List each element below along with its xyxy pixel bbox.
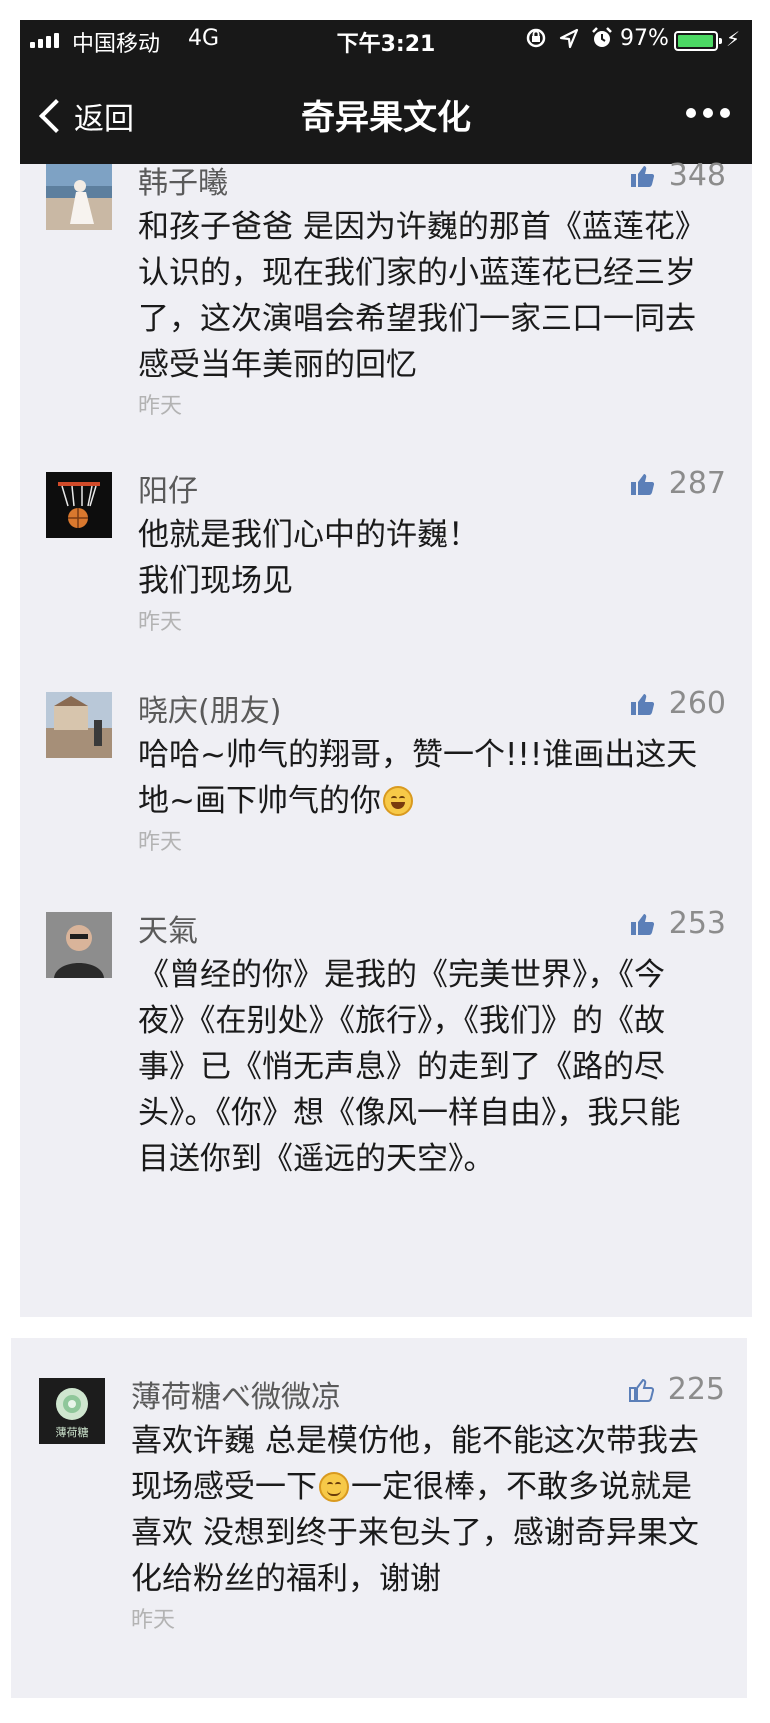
like-count: 287 [668,466,726,501]
comment-item: 阳仔 287 他就是我们心中的许巍！ 我们现场见 昨天 [20,466,752,652]
avatar[interactable] [46,912,112,978]
battery-level-fill [678,35,713,47]
comment-text: 他就是我们心中的许巍！ 我们现场见 [138,512,698,604]
comment-item: 天氣 253 《曾经的你》是我的《完美世界》，《今夜》《在别处》《旅行》，《我们… [20,906,752,1232]
comment-time: 昨天 [138,830,183,855]
comment-text-line: 他就是我们心中的许巍！ [138,517,479,553]
comment-time: 昨天 [131,1608,176,1633]
comment-item: 薄荷糖 薄荷糖べ微微凉 225 喜欢许巍 总是模仿他，能不能这次带我去现场感受一… [11,1372,743,1678]
comment-time: 昨天 [138,610,183,635]
comment-text: 喜欢许巍 总是模仿他，能不能这次带我去现场感受一下 一定很棒，不敢多说就是喜欢 没… [131,1418,721,1602]
battery-icon [674,31,722,51]
avatar[interactable] [46,164,112,230]
avatar[interactable]: 薄荷糖 [39,1378,105,1444]
like-button[interactable]: 348 [629,158,726,193]
page-title: 奇异果文化 [301,98,471,138]
like-button[interactable]: 253 [629,906,726,941]
like-button[interactable]: 260 [629,686,726,721]
thumbs-up-icon [630,165,654,187]
comment-item: 韩子曦 348 和孩子爸爸 是因为许巍的那首《蓝莲花》认识的，现在我们家的小蓝莲… [20,158,752,454]
grinning-face-emoji [382,786,413,816]
thumbs-up-icon [630,473,654,495]
avatar-label: 薄荷糖 [55,1426,89,1439]
comment-author[interactable]: 薄荷糖べ微微凉 [131,1372,341,1416]
like-count: 260 [668,686,726,721]
comment-text: 哈哈~帅气的翔哥，赞一个!!!谁画出这天地~画下帅气的你 [138,732,698,824]
location-arrow-icon [559,28,579,49]
navigation-bar: 返回 奇异果文化 [20,60,752,164]
comment-author[interactable]: 晓庆(朋友) [138,686,281,730]
comment-text: 和孩子爸爸 是因为许巍的那首《蓝莲花》认识的，现在我们家的小蓝莲花已经三岁了，这… [138,209,696,383]
phone-screen: 中国移动 4G 下午3:21 97% ⚡ 返回 奇异果文化 韩子曦 348 和孩… [20,20,752,1317]
like-button[interactable]: 225 [628,1372,725,1407]
avatar[interactable] [46,692,112,758]
comment-item: 晓庆(朋友) 260 哈哈~帅气的翔哥，赞一个!!!谁画出这天地~画下帅气的你 … [20,686,752,872]
status-icons [525,26,613,50]
thumbs-up-outline-icon [628,1378,654,1402]
alarm-icon [592,27,612,47]
comment-text-line: 我们现场见 [138,563,293,599]
more-dots-icon[interactable] [686,108,730,118]
charging-bolt-icon: ⚡ [726,27,741,51]
smiling-face-emoji [319,1472,349,1502]
comment-text-body: 哈哈~帅气的翔哥，赞一个!!!谁画出这天地~画下帅气的你 [138,737,698,819]
like-count: 253 [668,906,726,941]
comment-card: 薄荷糖 薄荷糖べ微微凉 225 喜欢许巍 总是模仿他，能不能这次带我去现场感受一… [11,1338,747,1698]
comment-author[interactable]: 韩子曦 [138,158,228,202]
status-bar: 中国移动 4G 下午3:21 97% ⚡ [20,20,752,60]
thumbs-up-icon [630,913,654,935]
thumbs-up-icon [630,693,654,715]
battery-percent: 97% [620,26,669,51]
like-count: 225 [667,1372,725,1407]
like-count: 348 [668,158,726,193]
orientation-lock-icon [526,28,546,48]
comment-author[interactable]: 天氣 [138,906,198,950]
like-button[interactable]: 287 [629,466,726,501]
comment-time: 昨天 [138,394,183,419]
avatar[interactable] [46,472,112,538]
comment-text: 《曾经的你》是我的《完美世界》，《今夜》《在别处》《旅行》，《我们》的《故事》已… [138,957,681,1177]
comment-author[interactable]: 阳仔 [138,466,198,510]
